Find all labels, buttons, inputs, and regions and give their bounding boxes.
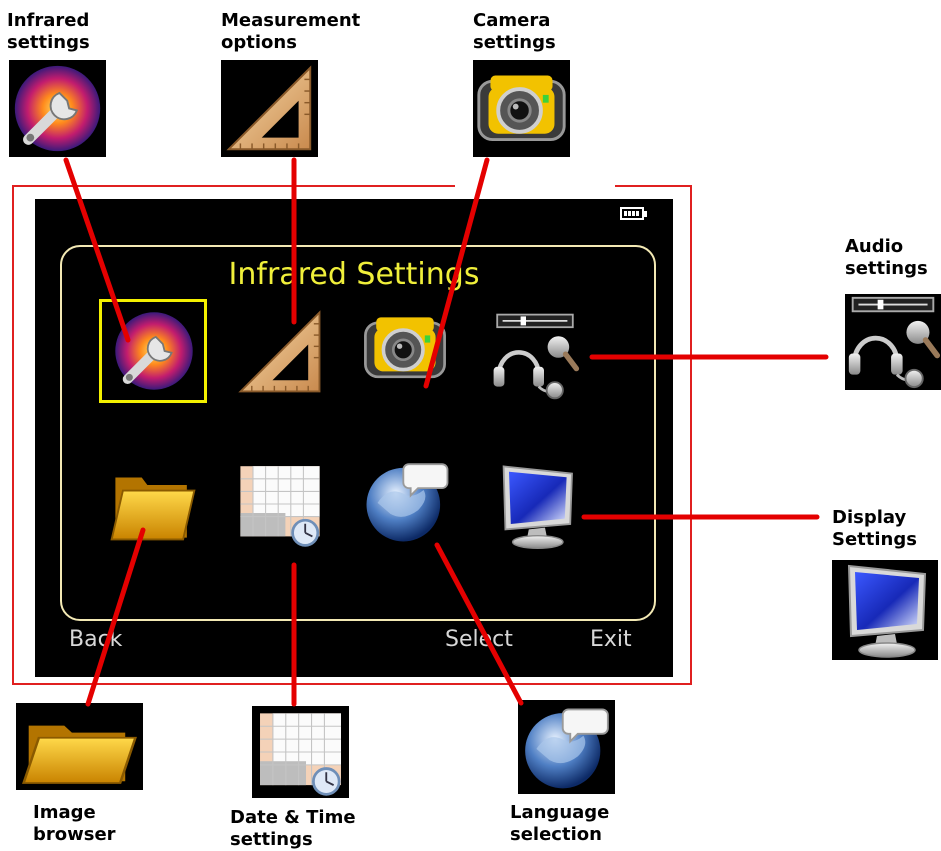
exit-softkey[interactable]: Exit: [590, 627, 632, 652]
battery-icon: [620, 207, 644, 220]
folder-thumbnail-icon: [16, 703, 143, 790]
globe-thumbnail-icon: [518, 700, 615, 794]
infrared-thumbnail-icon: [9, 60, 106, 157]
image-browser-icon[interactable]: [103, 453, 203, 547]
callout-image-browser: Image browser: [33, 802, 116, 845]
infrared-settings-icon[interactable]: [110, 307, 198, 395]
camera-thumbnail-icon: [473, 60, 570, 157]
triangle-ruler-thumbnail-icon: [221, 60, 318, 157]
callout-measurement-options: Measurement options: [221, 10, 361, 53]
callout-language-selection: Language selection: [510, 802, 610, 845]
select-softkey[interactable]: Select: [445, 627, 513, 652]
callout-camera-settings: Camera settings: [473, 10, 556, 53]
frame-gap: [455, 183, 615, 189]
callout-date-time-settings: Date & Time settings: [230, 807, 356, 850]
camera-settings-icon[interactable]: [360, 303, 450, 393]
back-softkey[interactable]: Back: [69, 627, 122, 652]
callout-display-settings: Display Settings: [832, 507, 917, 550]
measurement-options-icon[interactable]: [233, 305, 327, 399]
screen-title: Infrared Settings: [228, 257, 480, 292]
callout-infrared-settings: Infrared settings: [7, 10, 90, 53]
device-screen: Infrared Settings Back Select Exit: [35, 199, 673, 677]
display-settings-icon[interactable]: [489, 461, 583, 551]
audio-settings-icon[interactable]: [487, 311, 583, 401]
headset-microphone-thumbnail-icon: [845, 294, 941, 390]
monitor-thumbnail-icon: [832, 560, 938, 660]
calendar-clock-thumbnail-icon: [252, 706, 349, 798]
date-time-settings-icon[interactable]: [231, 459, 329, 549]
callout-audio-settings: Audio settings: [845, 236, 928, 279]
battery-tip: [644, 211, 647, 217]
language-selection-icon[interactable]: [361, 455, 453, 547]
